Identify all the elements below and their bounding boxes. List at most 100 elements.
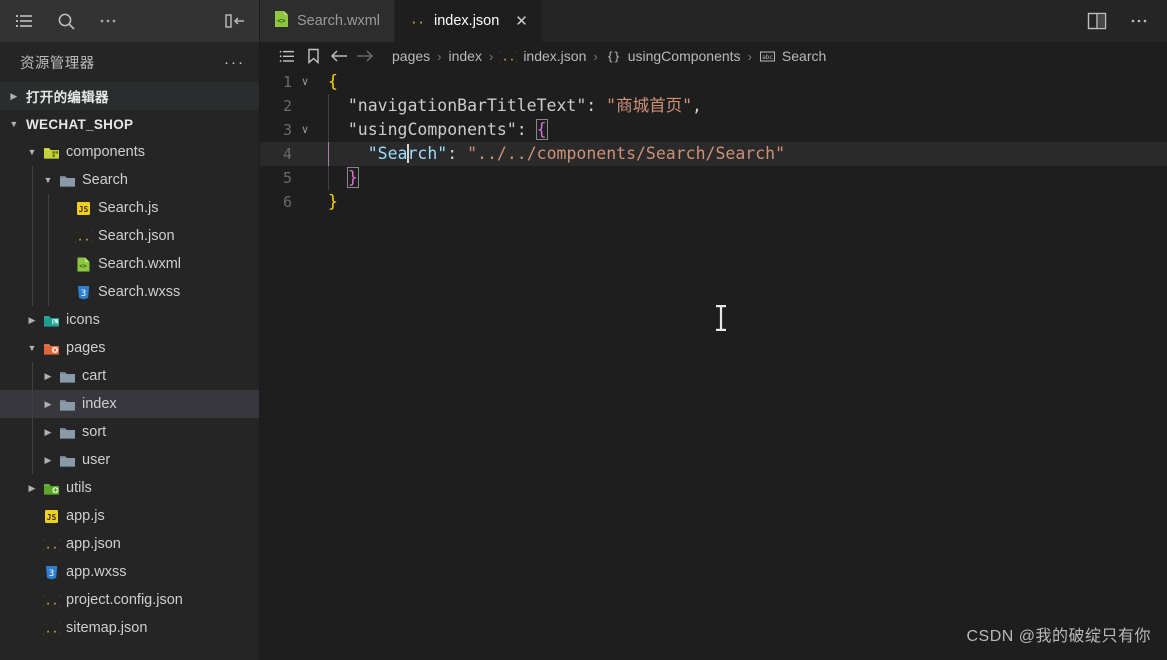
json-icon: {..} bbox=[403, 11, 432, 31]
folder-utils bbox=[40, 480, 62, 497]
tree-folder-icons[interactable]: ▶ icons bbox=[0, 306, 259, 334]
svg-text:{..}: {..} bbox=[43, 537, 60, 551]
breadcrumb-item-usingcomponents[interactable]: {} usingComponents bbox=[601, 48, 745, 65]
forward-arrow-icon[interactable] bbox=[352, 49, 378, 63]
line-number: 6 bbox=[282, 193, 292, 211]
json-icon: {..} bbox=[72, 228, 94, 245]
fold-chevron-icon[interactable]: ∨ bbox=[294, 118, 316, 142]
indent-guide bbox=[32, 278, 33, 306]
file-label: sitemap.json bbox=[66, 620, 148, 636]
svg-text:{..}: {..} bbox=[75, 229, 92, 243]
close-icon[interactable]: ✕ bbox=[515, 12, 528, 30]
fold-chevron-icon[interactable]: ∨ bbox=[294, 70, 316, 94]
svg-text:JS: JS bbox=[78, 205, 88, 214]
folder-plain bbox=[56, 172, 78, 189]
file-tree[interactable]: ▶ 打开的编辑器 ▼ WECHAT_SHOP ▼ components ▼ Search JS S… bbox=[0, 82, 259, 660]
page-title: 资源管理器 bbox=[20, 55, 95, 72]
tree-file-search-js[interactable]: JS Search.js bbox=[0, 194, 259, 222]
bookmark-icon[interactable] bbox=[300, 48, 326, 64]
tab-search-wxml[interactable]: <> Search.wxml bbox=[260, 0, 395, 42]
tree-section-open-editors[interactable]: ▶ 打开的编辑器 bbox=[0, 82, 259, 110]
breadcrumb-separator: › bbox=[593, 48, 598, 64]
indent-guide bbox=[48, 278, 49, 306]
file-label: app.js bbox=[66, 508, 105, 524]
code-line: 2 "navigationBarTitleText": "商城首页", bbox=[260, 94, 1167, 118]
code-text: "Search": "../../components/Search/Searc… bbox=[316, 142, 785, 166]
editor-area: <> Search.wxml {..} index.json ✕ bbox=[260, 0, 1167, 660]
json-icon: {..} bbox=[40, 620, 62, 637]
chevron-right-icon[interactable]: ▶ bbox=[24, 315, 40, 326]
indent-guide bbox=[32, 222, 33, 250]
explorer-header: 资源管理器 ··· bbox=[0, 42, 259, 82]
tree-folder-index[interactable]: ▶ index bbox=[0, 390, 259, 418]
file-label: Search.js bbox=[98, 200, 159, 216]
code-line: 1 ∨ { bbox=[260, 70, 1167, 94]
code-text: { bbox=[316, 70, 338, 94]
tab-index-json[interactable]: {..} index.json ✕ bbox=[395, 0, 543, 42]
list-icon[interactable] bbox=[12, 9, 36, 33]
sidebar-titlebar bbox=[0, 0, 259, 42]
json-property: "usingComponents" bbox=[347, 120, 517, 139]
breadcrumb-item-index-json[interactable]: {..} index.json bbox=[496, 48, 590, 65]
svg-text:<>: <> bbox=[79, 262, 87, 270]
tree-file-app-json[interactable]: {..} app.json bbox=[0, 530, 259, 558]
tree-folder-pages[interactable]: ▼ pages bbox=[0, 334, 259, 362]
split-editor-icon[interactable] bbox=[1085, 9, 1109, 33]
code-text: "usingComponents": { bbox=[316, 118, 548, 142]
tree-file-project-config-json[interactable]: {..} project.config.json bbox=[0, 586, 259, 614]
search-icon[interactable] bbox=[54, 9, 78, 33]
folder-label: utils bbox=[66, 480, 92, 496]
wxml-icon: <> bbox=[274, 10, 289, 32]
breadcrumb-item-pages[interactable]: pages bbox=[388, 48, 434, 64]
breadcrumb-label: index.json bbox=[523, 48, 587, 64]
more-actions-icon[interactable] bbox=[96, 9, 120, 33]
json-icon: {..} bbox=[40, 592, 62, 609]
chevron-down-icon[interactable]: ▼ bbox=[40, 175, 56, 185]
folder-label: user bbox=[82, 452, 111, 468]
tree-file-search-wxss[interactable]: 3 Search.wxss bbox=[0, 278, 259, 306]
chevron-right-icon[interactable]: ▶ bbox=[24, 483, 40, 494]
indent-guide bbox=[32, 390, 33, 418]
colon: : bbox=[586, 96, 597, 115]
wxml-icon: <> bbox=[72, 256, 94, 273]
svg-text:3: 3 bbox=[48, 569, 53, 579]
explorer-more-icon[interactable]: ··· bbox=[224, 54, 245, 71]
chevron-right-icon[interactable]: ▶ bbox=[40, 371, 56, 382]
tree-section-workspace[interactable]: ▼ WECHAT_SHOP bbox=[0, 110, 259, 138]
chevron-right-icon[interactable]: ▶ bbox=[40, 427, 56, 438]
tree-folder-cart[interactable]: ▶ cart bbox=[0, 362, 259, 390]
breadcrumb-path[interactable]: pages › index › {..} index.json › {} usingCompon… bbox=[388, 48, 830, 65]
breadcrumb-separator: › bbox=[437, 48, 442, 64]
chevron-right-icon[interactable]: ▶ bbox=[40, 399, 56, 410]
chevron-right-icon[interactable]: ▶ bbox=[6, 91, 22, 102]
tree-file-search-wxml[interactable]: <> Search.wxml bbox=[0, 250, 259, 278]
tree-folder-sort[interactable]: ▶ sort bbox=[0, 418, 259, 446]
back-arrow-icon[interactable] bbox=[326, 49, 352, 63]
watermark-text: CSDN @我的破绽只有你 bbox=[966, 628, 1151, 645]
chevron-down-icon[interactable]: ▼ bbox=[24, 147, 40, 157]
tree-folder-search[interactable]: ▼ Search bbox=[0, 166, 259, 194]
tree-file-sitemap-json[interactable]: {..} sitemap.json bbox=[0, 614, 259, 642]
code-editor[interactable]: 1 ∨ { 2 "navigationBarTitleText": "商城首页"… bbox=[260, 70, 1167, 660]
collapse-sidebar-icon[interactable] bbox=[223, 9, 247, 33]
chevron-down-icon[interactable]: ▼ bbox=[6, 119, 22, 129]
chevron-down-icon[interactable]: ▼ bbox=[24, 343, 40, 353]
tree-file-search-json[interactable]: {..} Search.json bbox=[0, 222, 259, 250]
tree-folder-utils[interactable]: ▶ utils bbox=[0, 474, 259, 502]
more-actions-icon[interactable] bbox=[1127, 9, 1151, 33]
outline-icon[interactable] bbox=[274, 50, 300, 63]
json-icon: {..} bbox=[500, 48, 517, 65]
breadcrumb-item-search[interactable]: abc Search bbox=[755, 48, 830, 65]
tree-folder-user[interactable]: ▶ user bbox=[0, 446, 259, 474]
folder-label: index bbox=[82, 396, 117, 412]
breadcrumb-label: index bbox=[448, 48, 482, 64]
colon: : bbox=[447, 144, 458, 163]
chevron-right-icon[interactable]: ▶ bbox=[40, 455, 56, 466]
wxss-icon: 3 bbox=[40, 564, 62, 581]
breadcrumb-item-index[interactable]: index bbox=[445, 48, 486, 64]
tree-folder-components[interactable]: ▼ components bbox=[0, 138, 259, 166]
tree-file-app-js[interactable]: JS app.js bbox=[0, 502, 259, 530]
svg-text:{..}: {..} bbox=[43, 621, 60, 635]
folder-components bbox=[40, 144, 62, 161]
tree-file-app-wxss[interactable]: 3 app.wxss bbox=[0, 558, 259, 586]
